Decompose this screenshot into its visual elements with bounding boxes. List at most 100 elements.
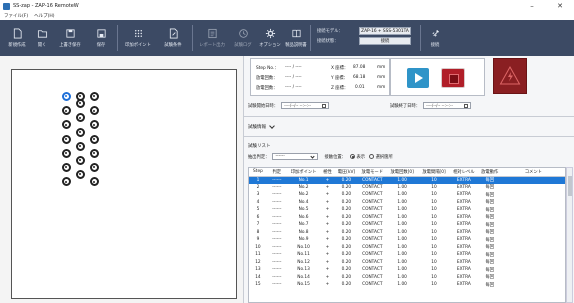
table-row[interactable]: 6 ------ No.6 +0.20 CONTACT 1.00 10 EXTRA 毎回 <box>249 214 565 222</box>
filter-row: 抽出判定： ------ 接触位置： 表示 選択箇所 <box>248 153 393 160</box>
radio-display[interactable] <box>349 154 355 159</box>
table-row[interactable]: 10 ------ No.10 +0.20 CONTACT 1.00 10 EXTRA 毎回 <box>249 244 565 252</box>
test-conditions-button[interactable]: 試験条件 <box>159 20 187 56</box>
apply-point[interactable] <box>62 120 71 130</box>
column-header[interactable]: 相対レベル <box>449 168 478 177</box>
column-header[interactable]: 電圧[kV] <box>334 168 359 177</box>
column-header[interactable]: 印加ポイント <box>286 168 321 177</box>
table-cell: 13 <box>255 267 261 273</box>
table-scrollbar[interactable] <box>566 167 573 303</box>
start-button[interactable] <box>407 68 429 88</box>
new-file-button[interactable]: 新規作成 <box>4 20 30 56</box>
apply-point[interactable] <box>76 127 85 137</box>
test-info-label: 試験情報 <box>248 125 266 130</box>
apply-point[interactable] <box>76 170 85 180</box>
apply-point[interactable] <box>90 120 99 130</box>
apply-point[interactable] <box>90 92 99 101</box>
table-row[interactable]: 14 ------ No.14 +0.20 CONTACT 1.00 10 EXTRA 毎回 <box>249 274 565 282</box>
column-header[interactable]: 極性 <box>320 168 335 177</box>
table-cell: EXTRA <box>456 252 471 258</box>
table-row[interactable]: 5 ------ No.5 +0.20 CONTACT 1.00 10 EXTRA 毎回 <box>249 206 565 214</box>
toolbar-separator <box>117 25 118 51</box>
save-button[interactable]: 保存 <box>90 20 112 56</box>
table-row[interactable]: 13 ------ No.13 +0.20 CONTACT 1.00 10 EXTRA 毎回 <box>249 266 565 274</box>
apply-point[interactable] <box>90 177 99 187</box>
table-cell: 毎回 <box>485 282 495 288</box>
apply-point[interactable] <box>76 141 85 151</box>
menu-file[interactable]: ファイル(F) <box>4 13 28 19</box>
options-button[interactable]: オプション <box>258 20 282 56</box>
apply-point[interactable] <box>62 134 71 144</box>
table-row[interactable]: 12 ------ No.12 +0.20 CONTACT 1.00 10 EXTRA 毎回 <box>249 259 565 267</box>
alarm-indicator[interactable] <box>493 58 527 94</box>
table-row[interactable]: 7 ------ No.7 +0.20 CONTACT 1.00 10 EXTRA 毎回 <box>249 221 565 229</box>
radio-selected-location[interactable] <box>369 154 375 159</box>
column-header[interactable]: Step <box>249 168 267 177</box>
table-cell: No.15 <box>297 282 310 288</box>
scrollbar-thumb[interactable] <box>568 176 572 196</box>
point-canvas[interactable] <box>11 69 237 299</box>
table-row[interactable]: 9 ------ No.9 +0.20 CONTACT 1.00 10 EXTRA 毎回 <box>249 236 565 244</box>
table-cell: EXTRA <box>456 244 471 250</box>
table-cell: EXTRA <box>456 229 471 235</box>
column-header[interactable]: コメント <box>501 168 565 177</box>
close-button[interactable]: ✕ <box>546 0 574 12</box>
apply-point[interactable] <box>76 113 85 123</box>
apply-point[interactable] <box>76 99 85 109</box>
stop-button[interactable] <box>441 68 465 88</box>
table-row[interactable]: 15 ------ No.15 +0.20 CONTACT 1.00 10 EXTRA 毎回 <box>249 281 565 289</box>
column-header[interactable]: 判定 <box>266 168 287 177</box>
table-cell: 15 <box>255 282 261 288</box>
table-cell: ------ <box>272 267 282 273</box>
table-row[interactable]: 4 ------ No.4 +0.20 CONTACT 1.00 10 EXTRA 毎回 <box>249 199 565 207</box>
document-settings-icon <box>169 28 178 39</box>
table-row[interactable]: 8 ------ No.8 +0.20 CONTACT 1.00 10 EXTRA 毎回 <box>249 229 565 237</box>
apply-point[interactable] <box>90 106 99 116</box>
column-header[interactable]: 放電モード <box>358 168 387 177</box>
apply-point[interactable] <box>90 163 99 172</box>
apply-point[interactable] <box>62 106 71 116</box>
column-header[interactable]: 放電間隔[0] <box>418 168 450 177</box>
end-date-field[interactable]: ----/--/-- --:--:-- <box>423 102 472 109</box>
table-cell: 毎回 <box>485 275 495 281</box>
start-date-field[interactable]: ----/--/-- --:--:-- <box>281 102 330 109</box>
table-cell: + <box>325 214 330 220</box>
table-cell: 10 <box>431 184 437 190</box>
apply-points-button[interactable]: 印加ポイント <box>121 20 155 56</box>
table-row[interactable]: 2 ------ No.2 +0.20 CONTACT 1.00 10 EXTRA 毎回 <box>249 184 565 192</box>
apply-point[interactable] <box>90 134 99 144</box>
apply-point[interactable] <box>90 148 99 158</box>
table-cell <box>502 236 565 244</box>
overwrite-save-button[interactable]: 上書き保存 <box>54 20 86 56</box>
open-button[interactable]: 開く <box>32 20 52 56</box>
test-info-toggle[interactable]: 試験情報 <box>248 123 275 130</box>
control-box <box>390 58 485 96</box>
table-cell: 10 <box>431 222 437 228</box>
table-cell <box>502 281 565 289</box>
test-log-button[interactable]: 試験ログ <box>230 20 256 56</box>
connect-button[interactable]: 接続 <box>424 20 446 56</box>
report-output-button[interactable]: レポート出力 <box>196 20 228 56</box>
column-header[interactable]: 放電動作 <box>477 168 502 177</box>
minimize-button[interactable]: – <box>518 0 546 12</box>
apply-point[interactable] <box>62 148 71 158</box>
table-row[interactable]: 1 ------ No.1 +0.20 CONTACT 1.00 10 EXTRA 毎回 <box>249 176 565 184</box>
apply-point[interactable] <box>62 163 71 172</box>
test-list-title: 試験リスト <box>248 144 271 149</box>
chevron-down-icon <box>269 123 275 129</box>
table-cell: + <box>325 237 330 243</box>
table-row[interactable]: 3 ------ No.2 +0.20 CONTACT 1.00 10 EXTRA 毎回 <box>249 191 565 199</box>
table-row[interactable]: 11 ------ No.11 +0.20 CONTACT 1.00 10 EXTRA 毎回 <box>249 251 565 259</box>
z-coordinate-label: Z 座標： <box>331 86 349 91</box>
table-cell: 0.20 <box>341 199 352 205</box>
toolbar-separator <box>310 25 311 51</box>
apply-point[interactable] <box>62 92 71 101</box>
table-cell: 4 <box>256 199 260 205</box>
apply-point[interactable] <box>76 155 85 165</box>
filter-select[interactable]: ------ <box>272 153 319 160</box>
apply-point[interactable] <box>62 177 71 187</box>
manual-button[interactable]: 製品説明書 <box>284 20 308 56</box>
column-header[interactable]: 放電回数[0] <box>386 168 419 177</box>
menu-help[interactable]: ヘルプ(H) <box>34 13 54 19</box>
start-date-label: 試験開始日時： <box>248 103 279 109</box>
